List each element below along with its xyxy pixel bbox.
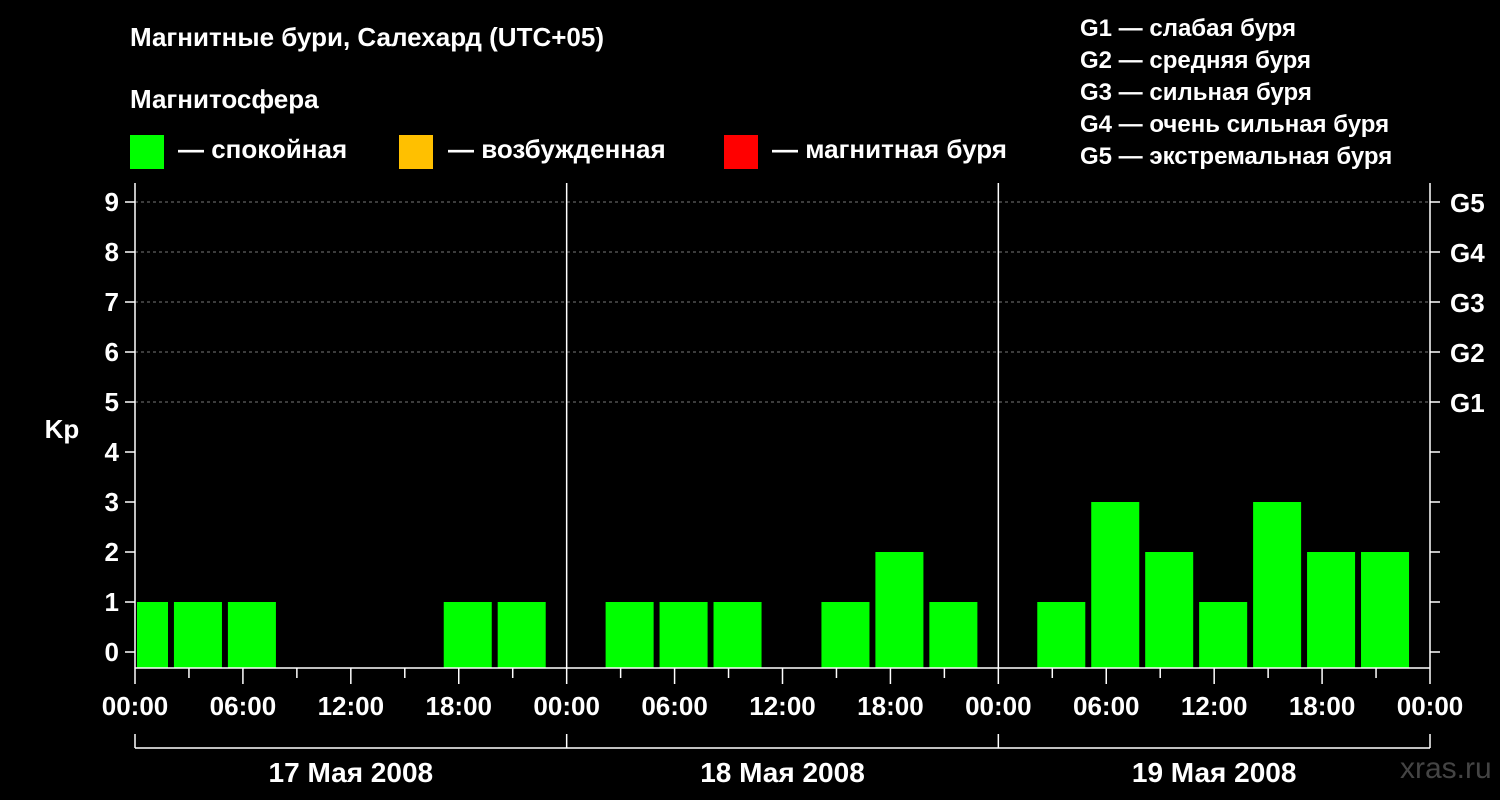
x-tick-label-4: 00:00 (533, 691, 600, 721)
day-label-1: 17 Мая 2008 (269, 757, 434, 788)
y-axis-label: Kp (45, 414, 80, 444)
bar-day1-3 (173, 602, 222, 668)
x-tick-label-6: 12:00 (749, 691, 816, 721)
bar-day2-6 (659, 602, 708, 668)
bar-day3-3 (1037, 602, 1086, 668)
x-tick-label-11: 18:00 (1289, 691, 1356, 721)
y-tick-label-8: 8 (105, 237, 119, 267)
y-tick-label-4: 4 (105, 437, 120, 467)
bar-day3-12 (1199, 602, 1248, 668)
bar-day2-15 (821, 602, 870, 668)
x-tick-label-8: 00:00 (965, 691, 1032, 721)
right-tick-label-G5: G5 (1450, 188, 1485, 218)
y-tick-label-7: 7 (105, 287, 119, 317)
y-tick-label-5: 5 (105, 387, 119, 417)
bar-day3-15 (1253, 502, 1302, 668)
x-tick-label-0: 00:00 (102, 691, 169, 721)
kp-bar-chart: 0 1 2 3 4 5 6 7 8 9 Kp G1 G2 G3 G4 G5 00:00 06:00 12:00 18:… (45, 183, 1485, 788)
x-tick-label-12: 00:00 (1397, 691, 1464, 721)
x-tick-label-2: 12:00 (318, 691, 385, 721)
bar-day2-21 (929, 602, 978, 668)
x-tick-label-1: 06:00 (210, 691, 277, 721)
bar-day1-18 (443, 602, 492, 668)
right-tick-label-G1: G1 (1450, 388, 1485, 418)
bar-day3-9 (1145, 552, 1194, 668)
x-tick-label-9: 06:00 (1073, 691, 1140, 721)
bar-day3-18 (1307, 552, 1356, 668)
y-tick-label-0: 0 (105, 637, 119, 667)
bar-day2-9 (713, 602, 762, 668)
right-tick-label-G2: G2 (1450, 338, 1485, 368)
y-tick-label-1: 1 (105, 587, 119, 617)
day-label-2: 18 Мая 2008 (700, 757, 865, 788)
y-tick-label-9: 9 (105, 187, 119, 217)
bar-day1-0 (137, 602, 169, 668)
y-tick-label-3: 3 (105, 487, 119, 517)
bar-day3-21 (1361, 552, 1410, 668)
x-tick-label-7: 18:00 (857, 691, 924, 721)
watermark: xras.ru (1400, 752, 1492, 785)
bar-day1-21 (497, 602, 546, 668)
right-tick-label-G3: G3 (1450, 288, 1485, 318)
x-tick-label-10: 12:00 (1181, 691, 1248, 721)
bar-day2-3 (605, 602, 654, 668)
x-tick-label-3: 18:00 (426, 691, 493, 721)
y-tick-label-6: 6 (105, 337, 119, 367)
bar-day2-18 (875, 552, 924, 668)
right-tick-label-G4: G4 (1450, 238, 1485, 268)
y-tick-label-2: 2 (105, 537, 119, 567)
day-label-3: 19 Мая 2008 (1132, 757, 1297, 788)
x-tick-label-5: 06:00 (641, 691, 708, 721)
bar-day1-6 (227, 602, 276, 668)
bar-day3-6 (1091, 502, 1140, 668)
